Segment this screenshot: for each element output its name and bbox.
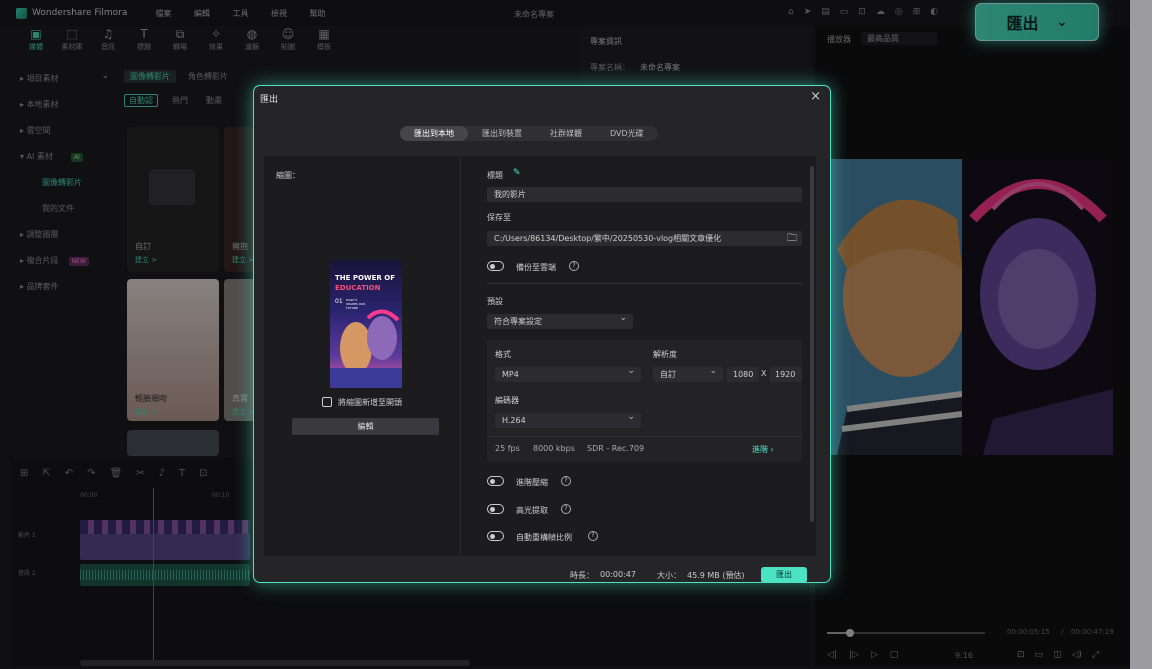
add-thumbnail-label: 將縮圖新增至開頭 (338, 398, 402, 407)
panel-divider (460, 156, 461, 556)
export-settings-panel: 縮圖： THE POWER OF EDUCATION 01 HOW IT SHA… (264, 156, 816, 556)
advanced-link[interactable]: 進階 › (752, 444, 774, 455)
backup-cloud-label: 備份至雲端 (516, 263, 556, 272)
save-path-input[interactable]: C:/Users/86134/Desktop/繁中/20250530-vlog相… (487, 231, 802, 246)
preset-select[interactable]: 符合專案設定 (487, 311, 633, 329)
resolution-label: 解析度 (653, 350, 677, 359)
help-icon[interactable]: ? (588, 531, 598, 541)
chevron-right-icon: › (770, 445, 774, 454)
help-icon[interactable]: ? (561, 476, 571, 486)
thumb-number: 01 (335, 298, 343, 305)
edit-thumbnail-button[interactable]: 編輯 (292, 418, 439, 435)
filmora-window: Wondershare Filmora 檔案 編輯 工具 檢視 幫助 未命名專案… (0, 0, 1152, 669)
color-space-value: SDR - Rec.709 (587, 444, 645, 453)
duration-value: 00:00:47 (600, 570, 636, 579)
resolution-width-input[interactable]: 1080 (727, 367, 759, 382)
export-dialog: 匯出 × 匯出到本地 匯出到裝置 社群媒體 DVD光碟 縮圖： THE POWE… (253, 85, 831, 583)
preset-label: 預設 (487, 297, 503, 306)
bitrate-value: 8000 kbps (533, 444, 575, 453)
auto-reframe-label: 自動重構幀比例 (516, 533, 572, 542)
settings-scrollbar[interactable] (810, 166, 814, 522)
advanced-compression-toggle[interactable] (487, 476, 504, 486)
dialog-title: 匯出 (260, 95, 279, 105)
highlight-extract-label: 高光提取 (516, 506, 548, 515)
resolution-mode-select[interactable]: 自訂 (653, 364, 723, 382)
help-icon[interactable]: ? (561, 504, 571, 514)
tab-export-device[interactable]: 匯出到裝置 (468, 126, 536, 141)
section-divider (487, 283, 802, 284)
tab-export-local[interactable]: 匯出到本地 (400, 126, 468, 141)
thumb-art-image (330, 309, 402, 388)
resolution-x: X (761, 369, 767, 378)
page-gutter (1130, 0, 1152, 669)
help-icon[interactable]: ? (569, 261, 579, 271)
auto-reframe-toggle[interactable] (487, 531, 504, 541)
thumb-title: THE POWER OF (335, 274, 395, 282)
tab-social-media[interactable]: 社群媒體 (536, 126, 596, 141)
highlight-extract-toggle[interactable] (487, 504, 504, 514)
encoder-label: 編碼器 (495, 396, 519, 405)
add-thumbnail-checkbox[interactable] (322, 397, 332, 407)
folder-icon[interactable]: 🗀 (787, 231, 797, 248)
size-value: 45.9 MB (預估) (687, 571, 745, 580)
format-select[interactable]: MP4 (495, 364, 641, 382)
title-input[interactable]: 我的影片 (487, 187, 802, 202)
format-settings-box: 格式 MP4 解析度 自訂 1080 X 1920 編碼器 H.264 25 f… (487, 340, 802, 462)
export-tabs: 匯出到本地 匯出到裝置 社群媒體 DVD光碟 (400, 126, 658, 141)
size-label: 大小： (657, 571, 681, 580)
dialog-footer: 時長： 00:00:47 大小： 45.9 MB (預估) (264, 560, 816, 580)
encoder-select[interactable]: H.264 (495, 410, 641, 428)
thumbnail-label: 縮圖： (276, 171, 300, 180)
format-label: 格式 (495, 350, 511, 359)
backup-cloud-toggle[interactable] (487, 261, 504, 271)
fmt-divider (487, 436, 802, 437)
thumb-subtitle: EDUCATION (335, 284, 381, 292)
tab-dvd[interactable]: DVD光碟 (596, 126, 658, 141)
advanced-compression-label: 進階壓縮 (516, 478, 548, 487)
dialog-export-button[interactable]: 匯出 (761, 567, 807, 583)
thumbnail-image[interactable]: THE POWER OF EDUCATION 01 HOW IT SHAPES … (330, 260, 402, 388)
save-to-label: 保存至 (487, 213, 511, 222)
fps-value: 25 fps (495, 444, 520, 453)
duration-label: 時長： (570, 571, 594, 580)
title-label: 標題 (487, 171, 503, 180)
resolution-height-input[interactable]: 1920 (770, 367, 802, 382)
close-icon[interactable]: × (810, 89, 821, 104)
ai-pen-icon[interactable]: ✎ (513, 168, 521, 178)
